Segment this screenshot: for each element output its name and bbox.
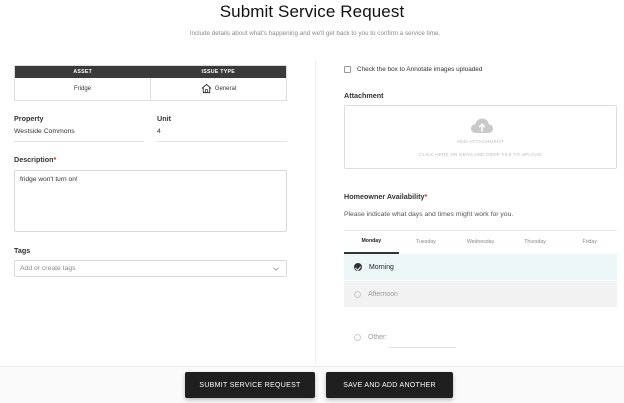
slot-morning[interactable]: Morning — [344, 254, 617, 280]
save-and-add-another-button[interactable]: SAVE AND ADD ANOTHER — [326, 372, 453, 398]
chevron-down-icon — [273, 267, 279, 271]
slot-other-label: Other: — [368, 333, 388, 341]
annotate-checkbox[interactable] — [344, 66, 351, 73]
attachment-label: Attachment — [344, 91, 384, 100]
house-icon — [201, 83, 212, 94]
annotate-label: Check the box to Annotate images uploade… — [357, 66, 483, 73]
attachment-sub-text: CLICK HERE OR DRAG AND DROP FILE TO UPLO… — [419, 152, 542, 157]
required-mark: * — [424, 192, 428, 201]
page-title: Submit Service Request — [219, 2, 405, 21]
slot-afternoon-label: Afternoon — [368, 290, 398, 298]
radio-circle-icon[interactable] — [354, 290, 361, 298]
other-input[interactable] — [388, 347, 456, 348]
description-label-text: Description — [14, 155, 54, 164]
unit-underline — [157, 141, 287, 142]
asset-column-header: ASSET — [73, 69, 93, 75]
tab-monday[interactable]: Monday — [344, 231, 399, 254]
column-divider — [315, 60, 316, 365]
property-label: Property — [14, 114, 44, 123]
slot-afternoon[interactable]: Afternoon — [344, 281, 617, 307]
asset-table-header: ASSET ISSUE TYPE — [15, 66, 286, 78]
check-circle-icon[interactable] — [354, 263, 362, 271]
issue-type-cell: General — [150, 78, 286, 100]
annotate-checkbox-row[interactable]: Check the box to Annotate images uploade… — [344, 66, 482, 73]
day-tabs: Monday Tuesday Wednesday Thursday Friday — [344, 230, 617, 254]
description-textarea[interactable]: fridge won't turn on! — [14, 170, 287, 232]
tab-tuesday[interactable]: Tuesday — [399, 231, 454, 254]
attachment-main-text: ADD ATTACHMENT — [456, 140, 505, 145]
page-subtitle: Include details about what's happening a… — [189, 30, 441, 37]
availability-hint: Please indicate what days and times migh… — [344, 211, 514, 218]
asset-table-row[interactable]: Fridge General — [15, 78, 286, 100]
radio-circle-icon[interactable] — [354, 333, 361, 341]
cloud-upload-icon — [471, 118, 493, 133]
property-underline — [14, 141, 144, 142]
tags-label: Tags — [14, 246, 31, 255]
issue-type-column-header: ISSUE TYPE — [201, 69, 236, 75]
asset-cell: Fridge — [73, 86, 91, 92]
attachment-dropzone[interactable]: ADD ATTACHMENT CLICK HERE OR DRAG AND DR… — [344, 105, 617, 169]
availability-label-text: Homeowner Availability — [344, 192, 425, 201]
slot-other[interactable]: Other: — [344, 322, 617, 352]
tags-placeholder: Add or create tags — [20, 265, 76, 272]
availability-label: Homeowner Availability* — [344, 192, 427, 201]
tab-wednesday[interactable]: Wednesday — [453, 231, 508, 254]
unit-value: 4 — [157, 128, 161, 135]
asset-table: ASSET ISSUE TYPE Fridge General — [14, 65, 287, 101]
tab-thursday[interactable]: Thursday — [508, 231, 563, 254]
issue-type-value: General — [214, 86, 237, 92]
tab-friday[interactable]: Friday — [562, 231, 617, 254]
tags-select[interactable]: Add or create tags — [14, 260, 287, 277]
property-value: Westside Commons — [14, 128, 75, 135]
slot-morning-label: Morning — [369, 263, 394, 271]
submit-request-button[interactable]: SUBMIT SERVICE REQUEST — [185, 372, 315, 398]
unit-label: Unit — [157, 114, 171, 123]
required-mark: * — [53, 155, 57, 164]
description-label: Description* — [14, 155, 56, 164]
